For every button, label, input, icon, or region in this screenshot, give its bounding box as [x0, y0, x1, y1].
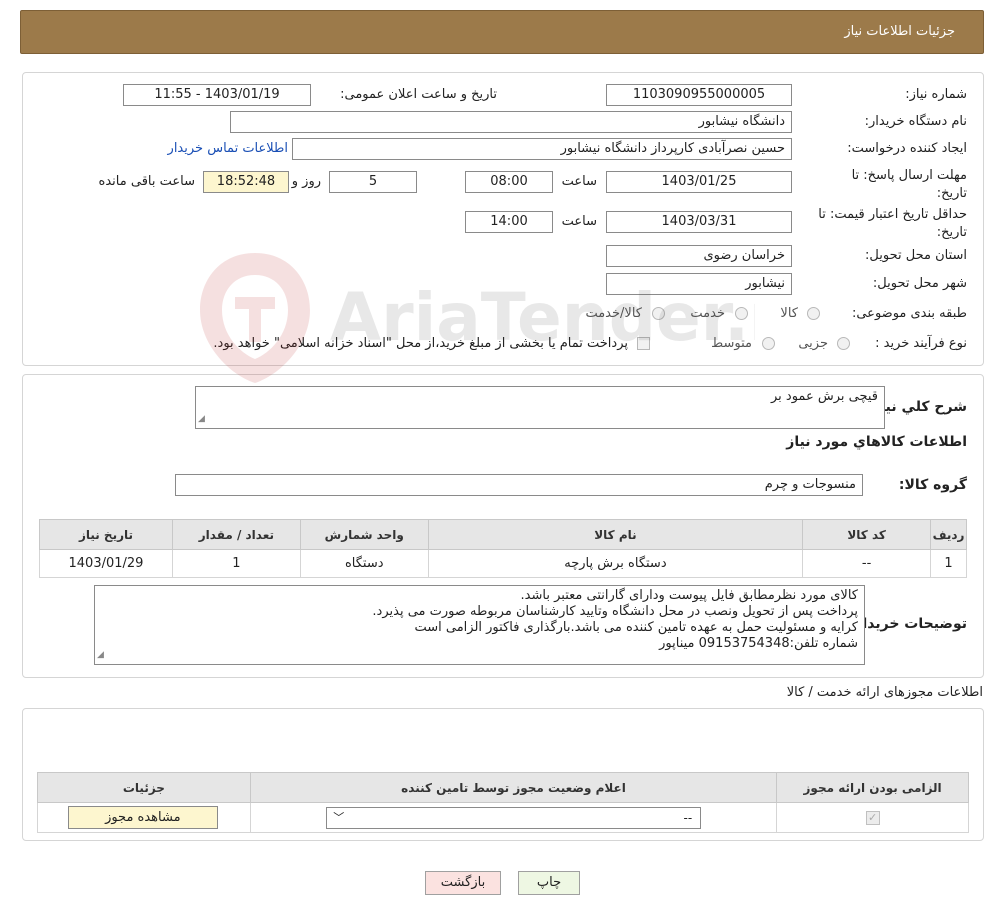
category-radio-goods[interactable]	[807, 307, 820, 320]
province-label: استان محل تحویل:	[865, 248, 967, 263]
category-label: طبقه بندی موضوعی:	[851, 306, 967, 321]
licenses-header-row: الزامی بودن ارائه مجوز اعلام وضعیت مجوز …	[37, 772, 969, 803]
need-description-panel: شرح کلي نياز: قیچی برش عمود بر ◢ اطلاعات…	[22, 374, 984, 678]
table-row: 1 -- دستگاه برش پارچه دستگاه 1 1403/01/2…	[39, 549, 967, 578]
buyer-notes-label: توضیحات خریدار:	[848, 616, 967, 632]
announce-label: تاریخ و ساعت اعلان عمومی:	[340, 87, 497, 102]
goods-table: رديف کد کالا نام کالا واحد شمارش تعداد /…	[39, 519, 967, 578]
resize-grip-icon: ◢	[198, 414, 205, 424]
requester-field: حسین نصرآبادی کارپرداز دانشگاه نیشابور	[292, 138, 792, 160]
cell-need-date: 1403/01/29	[39, 549, 173, 578]
city-field: نیشابور	[606, 273, 792, 295]
purchase-option-medium: متوسط	[711, 336, 752, 351]
validity-time-label: ساعت	[561, 214, 597, 229]
buyer-org-field: دانشگاه نیشابور	[230, 111, 792, 133]
remaining-time-field: 18:52:48	[203, 171, 289, 193]
need-number-field: 1103090955000005	[606, 84, 792, 106]
days-label: روز و	[291, 174, 321, 189]
deadline-time-label: ساعت	[561, 174, 597, 189]
back-button[interactable]: بازگشت	[425, 871, 501, 895]
col-quantity: تعداد / مقدار	[171, 519, 301, 550]
resize-grip-icon: ◢	[97, 650, 104, 660]
buyer-notes-textarea[interactable]: کالای مورد نظرمطابق فایل پیوست ودارای گا…	[94, 585, 865, 665]
cell-license-details: مشاهده مجوز	[37, 802, 251, 833]
goods-info-title: اطلاعات کالاهاي مورد نياز	[786, 434, 967, 450]
table-row: ✓ -- ﹀ مشاهده مجوز	[37, 802, 969, 833]
cell-row-number: 1	[930, 549, 967, 578]
deadline-date-field: 1403/01/25	[606, 171, 792, 193]
page-header: جزئیات اطلاعات نیاز	[20, 10, 984, 54]
general-description-text: قیچی برش عمود بر	[771, 389, 878, 404]
general-description-textarea[interactable]: قیچی برش عمود بر ◢	[195, 386, 885, 429]
price-validity-label: حداقل تاریخ اعتبار قیمت: تا تاریخ:	[818, 207, 967, 240]
goods-table-header-row: رديف کد کالا نام کالا واحد شمارش تعداد /…	[39, 519, 967, 550]
deadline-time-field: 08:00	[465, 171, 553, 193]
purchase-radio-medium[interactable]	[762, 337, 775, 350]
cell-quantity: 1	[171, 549, 301, 578]
announce-datetime-field: 1403/01/19 - 11:55	[123, 84, 311, 106]
need-number-label: شماره نیاز:	[905, 87, 967, 102]
license-status-value: --	[683, 811, 693, 825]
days-remaining-field: 5	[329, 171, 417, 193]
col-goods-name: نام کالا	[427, 519, 804, 550]
view-license-button[interactable]: مشاهده مجوز	[67, 806, 218, 829]
col-row-number: رديف	[930, 519, 967, 550]
print-button[interactable]: چاپ	[518, 871, 580, 895]
licenses-panel: الزامی بودن ارائه مجوز اعلام وضعیت مجوز …	[22, 708, 984, 841]
purchase-radio-minor[interactable]	[837, 337, 850, 350]
buyer-notes-line: کالای مورد نظرمطابق فایل پیوست ودارای گا…	[520, 588, 858, 603]
goods-group-field: منسوجات و چرم	[175, 474, 863, 496]
buyer-notes-line: کرایه و مسئولیت حمل به عهده تامین کننده …	[414, 620, 858, 635]
cell-license-required: ✓	[776, 802, 969, 833]
need-info-panel: شماره نیاز: 1103090955000005 تاریخ و ساع…	[22, 72, 984, 366]
col-unit: واحد شمارش	[299, 519, 429, 550]
buyer-contact-link[interactable]: اطلاعات تماس خریدار	[168, 141, 288, 156]
requester-label: ایجاد کننده درخواست:	[847, 141, 967, 156]
province-field: خراسان رضوی	[606, 245, 792, 267]
category-option-goods: کالا	[780, 306, 798, 321]
cell-goods-code: --	[802, 549, 932, 578]
cell-unit: دستگاه	[299, 549, 429, 578]
category-option-goods-service: کالا/خدمت	[585, 306, 642, 321]
buyer-notes-line: پرداخت پس از تحویل ونصب در محل دانشگاه و…	[372, 604, 858, 619]
chevron-down-icon: ﹀	[333, 811, 345, 824]
licenses-section-title: اطلاعات مجوزهای ارائه خدمت / کالا	[786, 685, 983, 700]
remaining-time-label: ساعت باقی مانده	[98, 174, 195, 189]
col-license-status: اعلام وضعیت مجوز توسط تامین کننده	[249, 772, 778, 803]
category-radio-service[interactable]	[735, 307, 748, 320]
city-label: شهر محل تحویل:	[872, 276, 967, 291]
cell-license-status: -- ﹀	[249, 802, 778, 833]
purchase-option-minor: جزیی	[798, 336, 828, 351]
buyer-org-label: نام دستگاه خریدار:	[864, 114, 967, 129]
goods-group-label: گروه کالا:	[898, 477, 967, 493]
buyer-notes-line: شماره تلفن:09153754348 میناپور	[659, 636, 858, 651]
cell-goods-name: دستگاه برش پارچه	[427, 549, 804, 578]
col-goods-code: کد کالا	[802, 519, 932, 550]
validity-date-field: 1403/03/31	[606, 211, 792, 233]
license-required-checkbox-icon: ✓	[865, 810, 880, 825]
category-radio-goods-service[interactable]	[652, 307, 665, 320]
col-license-required: الزامی بودن ارائه مجوز	[776, 772, 969, 803]
page-title: جزئیات اطلاعات نیاز	[844, 24, 955, 39]
license-status-select[interactable]: -- ﹀	[326, 807, 702, 829]
category-option-service: خدمت	[690, 306, 725, 321]
validity-time-field: 14:00	[465, 211, 553, 233]
col-license-details: جزئیات	[37, 772, 251, 803]
deadline-label: مهلت ارسال پاسخ: تا تاریخ:	[851, 168, 967, 201]
purchase-type-label: نوع فرآیند خرید :	[875, 336, 967, 351]
treasury-payment-checkbox[interactable]	[637, 337, 650, 350]
licenses-table: الزامی بودن ارائه مجوز اعلام وضعیت مجوز …	[37, 772, 969, 833]
treasury-payment-note: پرداخت تمام یا بخشی از مبلغ خرید،از محل …	[213, 336, 628, 351]
col-need-date: تاريخ نياز	[39, 519, 173, 550]
